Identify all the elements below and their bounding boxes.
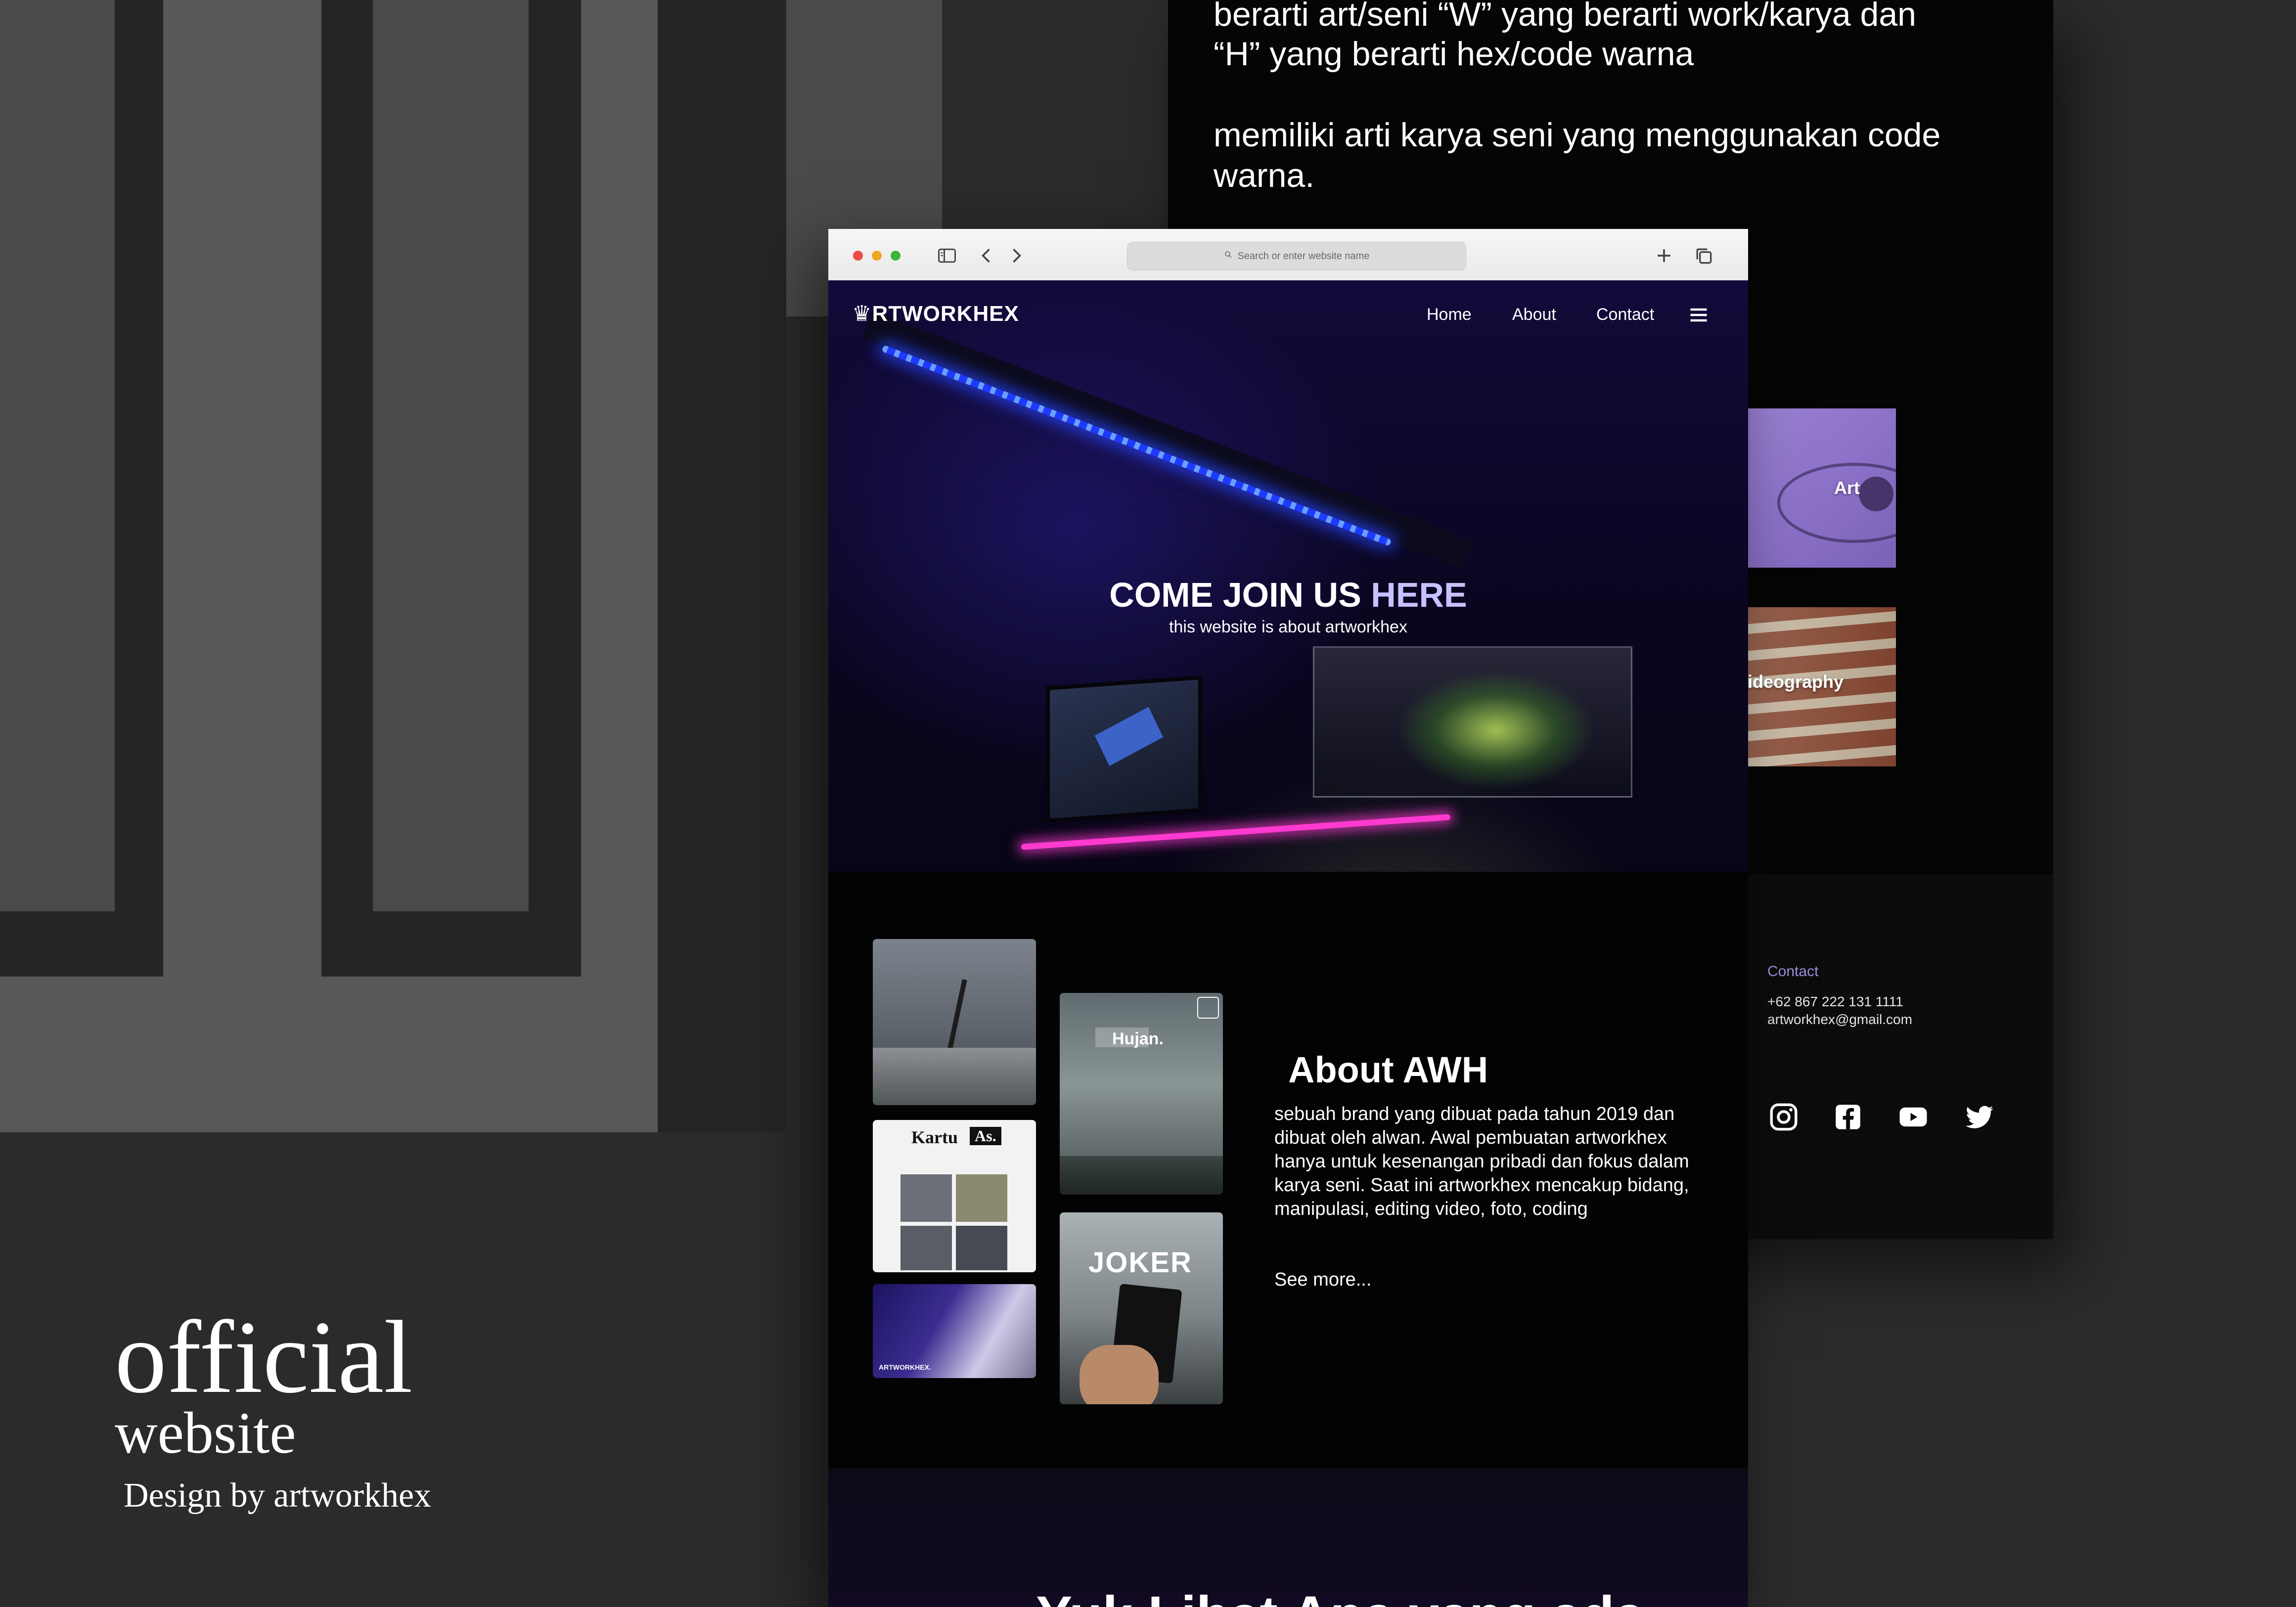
hero-title-main: COME JOIN US	[1109, 576, 1371, 614]
hero-title-accent: HERE	[1371, 576, 1467, 614]
tile-label: ideography	[1748, 671, 1844, 692]
address-bar[interactable]: Search or enter website name	[1127, 242, 1466, 270]
sidebar-toggle-icon[interactable]	[936, 245, 958, 267]
browser-window: Search or enter website name ♛RTWORKHEX …	[828, 229, 1748, 1607]
category-tile-videography[interactable]: ideography	[1748, 607, 1896, 766]
maximize-window-button[interactable]	[891, 251, 900, 261]
pupil-shape	[1859, 477, 1893, 511]
share-icon[interactable]	[1197, 997, 1219, 1019]
hero-subtitle: this website is about artworkhex	[1169, 618, 1407, 636]
close-window-button[interactable]	[853, 251, 863, 261]
led-strip-light	[881, 345, 1392, 546]
contact-phone[interactable]: +62 867 222 131 1111	[1767, 994, 1903, 1010]
twitter-icon[interactable]	[1963, 1101, 1996, 1133]
background-stripe	[373, 0, 529, 911]
gallery-thumb-artworkhex[interactable]: ARTWORKHEX.	[873, 1284, 1036, 1378]
instagram-icon[interactable]	[1767, 1101, 1800, 1133]
background-stripe	[0, 0, 115, 911]
tab-overview-icon[interactable]	[1693, 245, 1714, 267]
kartu-title: Kartu	[911, 1127, 958, 1147]
nav-home[interactable]: Home	[1427, 305, 1472, 324]
showcase-title: official	[115, 1300, 413, 1415]
about-title: About AWH	[1288, 1049, 1488, 1090]
minimize-window-button[interactable]	[872, 251, 882, 261]
hujan-title: Hujan.	[1112, 1029, 1164, 1048]
shelf-shape	[862, 311, 1474, 569]
gallery-thumb-bridge[interactable]	[873, 939, 1036, 1105]
forward-icon[interactable]	[1005, 245, 1027, 267]
site-logo[interactable]: ♛RTWORKHEX	[852, 301, 1019, 326]
photo-placeholder	[956, 1174, 1007, 1222]
address-placeholder: Search or enter website name	[1237, 250, 1370, 262]
nav-contact[interactable]: Contact	[1596, 305, 1654, 324]
meaning-text-line: warna.	[1214, 157, 1315, 194]
see-more-link[interactable]: See more...	[1274, 1269, 1371, 1291]
photo-placeholder	[956, 1226, 1007, 1270]
showcase-subtitle: website	[115, 1400, 296, 1466]
browser-toolbar: Search or enter website name	[828, 229, 1748, 281]
contact-email[interactable]: artworkhex@gmail.com	[1767, 1012, 1912, 1027]
gallery-thumb-kartu-as[interactable]: Kartu As.	[873, 1120, 1036, 1272]
bridge-railing-shape	[873, 1048, 1036, 1105]
showcase-credit: Design by artworkhex	[124, 1476, 432, 1515]
background-stripe	[658, 0, 786, 1132]
hero-title: COME JOIN US HERE	[828, 575, 1748, 615]
meaning-text-line: memiliki arti karya seni yang menggunaka…	[1214, 116, 1941, 154]
nav-about[interactable]: About	[1512, 305, 1556, 324]
tile-label: Art	[1834, 478, 1860, 498]
section-heading: Yuk Lihat Apa yang ada	[1036, 1589, 1645, 1607]
facebook-icon[interactable]	[1832, 1101, 1864, 1133]
gallery-thumb-joker[interactable]: JOKER	[1060, 1212, 1223, 1404]
photo-placeholder	[900, 1226, 952, 1270]
photo-placeholder	[900, 1174, 952, 1222]
meaning-text-line: “H” yang berarti hex/code warna	[1214, 35, 1694, 73]
artworkhex-label: ARTWORKHEX.	[879, 1363, 931, 1371]
search-icon	[1224, 250, 1233, 262]
category-tile-art[interactable]: Art	[1748, 408, 1896, 568]
youtube-icon[interactable]	[1897, 1101, 1930, 1133]
meaning-text-line: berarti art/seni “W” yang berarti work/k…	[1214, 0, 1916, 33]
hamburger-menu-icon[interactable]	[1688, 304, 1710, 326]
hand-shape	[1080, 1345, 1159, 1404]
joker-title: JOKER	[1088, 1247, 1192, 1279]
gallery-thumb-hujan[interactable]: Hujan.	[1060, 993, 1223, 1195]
contact-title: Contact	[1767, 963, 1819, 980]
kartu-badge: As.	[970, 1127, 1001, 1145]
back-icon[interactable]	[976, 245, 997, 267]
monitor-shape	[1046, 675, 1202, 823]
new-tab-icon[interactable]	[1653, 245, 1675, 267]
about-body: sebuah brand yang dibuat pada tahun 2019…	[1274, 1104, 1689, 1219]
plant-shape	[1372, 656, 1629, 804]
rooftop-shape	[1060, 1156, 1223, 1195]
